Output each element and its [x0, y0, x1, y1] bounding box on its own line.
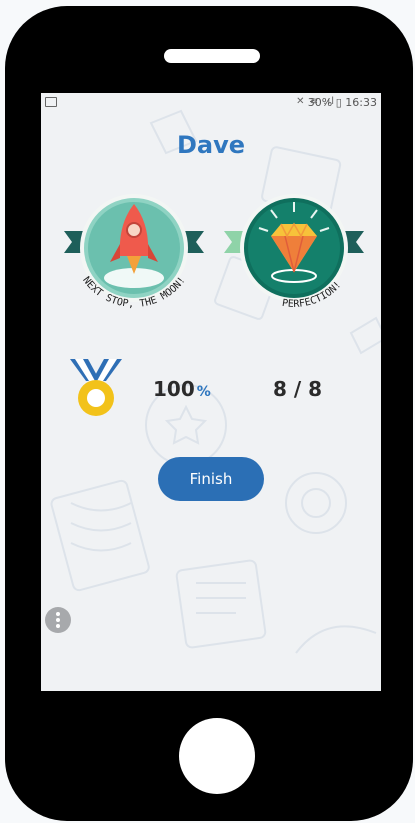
gem-caption-wrap: PERFECTION! — [219, 186, 369, 321]
more-options-button[interactable] — [45, 607, 71, 633]
status-bar: ✕ ≋ .ıl 30% ▯ 16:33 — [41, 93, 381, 113]
gem-caption-svg: PERFECTION! — [281, 280, 344, 310]
gem-badge-caption: PERFECTION! — [281, 280, 344, 310]
app-screen: ✕ ≋ .ıl 30% ▯ 16:33 Dave NEXT STOP, THE … — [41, 93, 381, 691]
screenshot-icon — [45, 97, 57, 107]
more-vertical-icon — [56, 612, 60, 628]
home-button[interactable] — [179, 718, 255, 794]
medal-icon — [70, 359, 122, 416]
finish-button[interactable]: Finish — [158, 457, 264, 501]
svg-text:NEXT STOP, THE MOON!: NEXT STOP, THE MOON! — [80, 275, 188, 310]
percent-value: 100 — [153, 377, 195, 401]
rocket-caption-wrap: NEXT STOP, THE MOON! — [59, 186, 209, 321]
percent-symbol: % — [196, 384, 211, 400]
battery-time: 30% ▯ 16:33 — [307, 96, 377, 109]
speaker-slot — [164, 49, 260, 63]
svg-text:PERFECTION!: PERFECTION! — [281, 280, 344, 310]
player-name: Dave — [176, 131, 246, 159]
rocket-caption-svg: NEXT STOP, THE MOON! — [80, 275, 188, 310]
score-fraction: 8 / 8 — [273, 377, 323, 401]
rocket-badge-caption: NEXT STOP, THE MOON! — [80, 275, 188, 310]
score-percent: 100% — [153, 377, 211, 401]
